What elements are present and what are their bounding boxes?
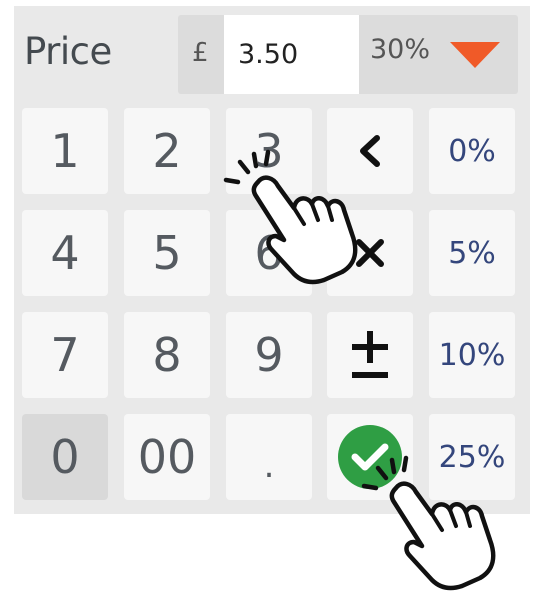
clear-button[interactable] <box>327 210 413 296</box>
price-input[interactable] <box>224 15 359 94</box>
currency-symbol: £ <box>192 38 209 68</box>
key-4[interactable]: 4 <box>22 210 108 296</box>
chevron-left-icon <box>360 135 380 167</box>
percent-0-button[interactable]: 0% <box>429 108 515 194</box>
percent-10-button[interactable]: 10% <box>429 312 515 398</box>
key-2[interactable]: 2 <box>124 108 210 194</box>
backspace-button[interactable] <box>327 108 413 194</box>
check-icon <box>351 443 389 471</box>
check-circle-icon <box>338 425 402 489</box>
close-icon <box>356 239 384 267</box>
percent-25-button[interactable]: 25% <box>429 414 515 500</box>
key-3[interactable]: 3 <box>226 108 312 194</box>
key-6[interactable]: 6 <box>226 210 312 296</box>
key-8[interactable]: 8 <box>124 312 210 398</box>
percent-5-button[interactable]: 5% <box>429 210 515 296</box>
key-1[interactable]: 1 <box>22 108 108 194</box>
price-label: Price <box>24 30 112 73</box>
key-7[interactable]: 7 <box>22 312 108 398</box>
confirm-button[interactable] <box>327 414 413 500</box>
plus-minus-button[interactable] <box>327 312 413 398</box>
key-9[interactable]: 9 <box>226 312 312 398</box>
plus-minus-icon <box>352 331 388 378</box>
key-decimal[interactable]: . <box>226 414 312 500</box>
key-00[interactable]: 00 <box>124 414 210 500</box>
key-0[interactable]: 0 <box>22 414 108 500</box>
dropdown-arrow-icon[interactable] <box>450 42 500 68</box>
key-5[interactable]: 5 <box>124 210 210 296</box>
discount-value[interactable]: 30% <box>370 34 430 65</box>
